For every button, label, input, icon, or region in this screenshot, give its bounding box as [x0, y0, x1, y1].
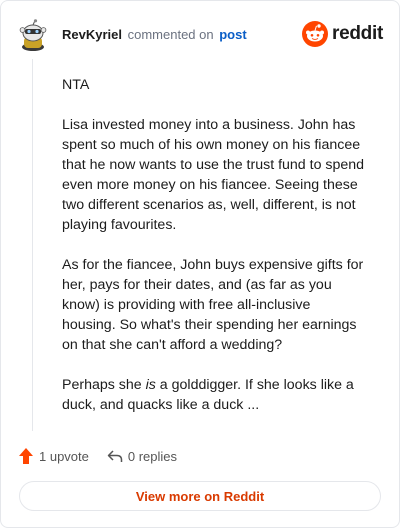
comment-paragraph: NTA: [62, 77, 90, 93]
reddit-snoo-logo-icon: [302, 21, 329, 47]
snoo-avatar-icon: [19, 19, 47, 51]
post-link[interactable]: post: [219, 27, 246, 42]
reply-count: 0 replies: [127, 448, 178, 464]
reddit-logo[interactable]: reddit: [302, 21, 383, 47]
comment-paragraph: As for the fiancee, John buys expensive …: [62, 257, 364, 353]
comment-text: Perhaps she: [62, 377, 146, 393]
replies-button[interactable]: 0 replies: [107, 449, 177, 464]
reply-arrow-icon: [107, 450, 123, 462]
upvote-arrow-icon: [19, 448, 33, 464]
comment-paragraph: Perhaps she is a golddigger. If she look…: [62, 375, 367, 415]
reddit-wordmark: reddit: [332, 23, 383, 44]
view-more-button[interactable]: View more on Reddit: [19, 481, 381, 511]
user-avatar[interactable]: [17, 19, 49, 51]
comment-meta: RevKyriel commented on post: [62, 27, 247, 43]
thread-line: [32, 59, 33, 431]
upvote-count: 1 upvote: [39, 448, 89, 464]
comment-body: NTA Lisa invested money into a business.…: [62, 75, 367, 435]
author-username[interactable]: RevKyriel: [62, 27, 122, 42]
commented-on-label: commented on: [127, 27, 214, 42]
comment-header: RevKyriel commented on post reddit: [17, 19, 383, 51]
upvote-button[interactable]: 1 upvote: [18, 447, 89, 465]
comment-paragraph: Lisa invested money into a business. Joh…: [62, 117, 365, 233]
embedded-comment-card: RevKyriel commented on post reddit NTA L…: [0, 0, 400, 528]
comment-actions: 1 upvote 0 replies: [18, 445, 177, 467]
comment-emphasis: is: [145, 377, 156, 393]
